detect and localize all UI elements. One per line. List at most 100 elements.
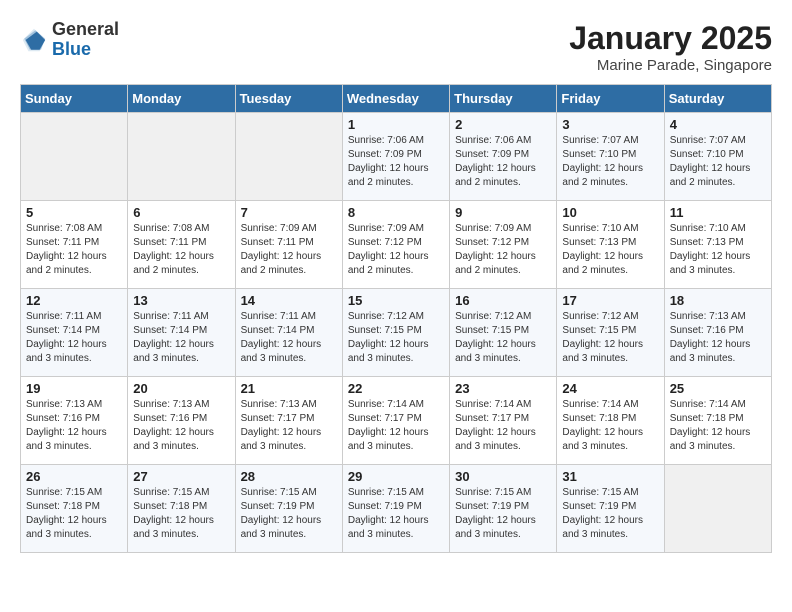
day-info: Sunrise: 7:09 AM Sunset: 7:12 PM Dayligh… [455,222,551,278]
day-number: 22 [348,381,444,396]
day-info: Sunrise: 7:07 AM Sunset: 7:10 PM Dayligh… [670,134,766,190]
title-block: January 2025 Marine Parade, Singapore [569,20,772,74]
day-number: 20 [133,381,229,396]
calendar-cell: 26Sunrise: 7:15 AM Sunset: 7:18 PM Dayli… [21,465,128,553]
col-header-sunday: Sunday [21,85,128,113]
calendar-cell: 14 Sunrise: 7:11 AM Sunset: 7:14 PM Dayli… [235,289,342,377]
calendar-cell: 7 Sunrise: 7:09 AM Sunset: 7:11 PM Daylig… [235,201,342,289]
day-info: Sunrise: 7:13 AM Sunset: 7:16 PM Dayligh… [670,310,766,366]
day-info: Sunrise: 7:09 AM Sunset: 7:11 PM Dayligh… [241,222,337,278]
day-number: 14 [241,293,337,308]
col-header-saturday: Saturday [664,85,771,113]
col-header-tuesday: Tuesday [235,85,342,113]
day-info: Sunrise: 7:11 AM Sunset: 7:14 PM Dayligh… [241,310,337,366]
day-number: 28 [241,469,337,484]
calendar-table: SundayMondayTuesdayWednesdayThursdayFrid… [20,84,772,553]
calendar-week-row: 5Sunrise: 7:08 AM Sunset: 7:11 PM Daylig… [21,201,772,289]
day-number: 13 [133,293,229,308]
calendar-cell: 19 Sunrise: 7:13 AM Sunset: 7:16 PM Dayli… [21,377,128,465]
calendar-cell: 10 Sunrise: 7:10 AM Sunset: 7:13 PM Dayli… [557,201,664,289]
calendar-week-row: 19 Sunrise: 7:13 AM Sunset: 7:16 PM Dayli… [21,377,772,465]
day-info: Sunrise: 7:06 AM Sunset: 7:09 PM Dayligh… [455,134,551,190]
day-number: 11 [670,205,766,220]
calendar-cell: 18Sunrise: 7:13 AM Sunset: 7:16 PM Dayli… [664,289,771,377]
calendar-cell: 24 Sunrise: 7:14 AM Sunset: 7:18 PM Dayli… [557,377,664,465]
day-info: Sunrise: 7:11 AM Sunset: 7:14 PM Dayligh… [133,310,229,366]
calendar-cell: 4 Sunrise: 7:07 AM Sunset: 7:10 PM Daylig… [664,113,771,201]
day-number: 6 [133,205,229,220]
calendar-cell [664,465,771,553]
calendar-cell: 6Sunrise: 7:08 AM Sunset: 7:11 PM Daylig… [128,201,235,289]
day-number: 24 [562,381,658,396]
day-info: Sunrise: 7:15 AM Sunset: 7:19 PM Dayligh… [562,486,658,542]
day-info: Sunrise: 7:14 AM Sunset: 7:17 PM Dayligh… [455,398,551,454]
day-info: Sunrise: 7:14 AM Sunset: 7:18 PM Dayligh… [670,398,766,454]
calendar-cell: 21Sunrise: 7:13 AM Sunset: 7:17 PM Dayli… [235,377,342,465]
day-info: Sunrise: 7:15 AM Sunset: 7:19 PM Dayligh… [241,486,337,542]
day-info: Sunrise: 7:11 AM Sunset: 7:14 PM Dayligh… [26,310,122,366]
day-number: 25 [670,381,766,396]
logo: General Blue [20,20,119,60]
calendar-cell: 11 Sunrise: 7:10 AM Sunset: 7:13 PM Dayli… [664,201,771,289]
calendar-cell: 16Sunrise: 7:12 AM Sunset: 7:15 PM Dayli… [450,289,557,377]
day-number: 7 [241,205,337,220]
day-info: Sunrise: 7:12 AM Sunset: 7:15 PM Dayligh… [562,310,658,366]
day-info: Sunrise: 7:07 AM Sunset: 7:10 PM Dayligh… [562,134,658,190]
logo-general-text: General [52,20,119,40]
calendar-week-row: 1 Sunrise: 7:06 AM Sunset: 7:09 PM Daylig… [21,113,772,201]
calendar-cell: 27 Sunrise: 7:15 AM Sunset: 7:18 PM Dayli… [128,465,235,553]
calendar-cell: 5Sunrise: 7:08 AM Sunset: 7:11 PM Daylig… [21,201,128,289]
calendar-title: January 2025 [569,20,772,57]
day-number: 4 [670,117,766,132]
day-info: Sunrise: 7:13 AM Sunset: 7:16 PM Dayligh… [26,398,122,454]
calendar-cell [21,113,128,201]
calendar-cell: 13 Sunrise: 7:11 AM Sunset: 7:14 PM Dayli… [128,289,235,377]
day-number: 17 [562,293,658,308]
day-number: 27 [133,469,229,484]
calendar-week-row: 26 Sunrise: 7:15 AM Sunset: 7:18 PM Dayli… [21,465,772,553]
day-info: Sunrise: 7:10 AM Sunset: 7:13 PM Dayligh… [562,222,658,278]
calendar-cell: 1 Sunrise: 7:06 AM Sunset: 7:09 PM Daylig… [342,113,449,201]
day-number: 2 [455,117,551,132]
day-info: Sunrise: 7:14 AM Sunset: 7:17 PM Dayligh… [348,398,444,454]
day-info: Sunrise: 7:09 AM Sunset: 7:12 PM Dayligh… [348,222,444,278]
calendar-cell [128,113,235,201]
calendar-cell: 2 Sunrise: 7:06 AM Sunset: 7:09 PM Daylig… [450,113,557,201]
day-info: Sunrise: 7:06 AM Sunset: 7:09 PM Dayligh… [348,134,444,190]
logo-icon [20,26,48,54]
day-number: 12 [26,293,122,308]
calendar-cell: 8 Sunrise: 7:09 AM Sunset: 7:12 PM Daylig… [342,201,449,289]
col-header-friday: Friday [557,85,664,113]
day-info: Sunrise: 7:14 AM Sunset: 7:18 PM Dayligh… [562,398,658,454]
calendar-cell [235,113,342,201]
day-number: 31 [562,469,658,484]
day-number: 3 [562,117,658,132]
calendar-cell: 20 Sunrise: 7:13 AM Sunset: 7:16 PM Dayli… [128,377,235,465]
day-number: 10 [562,205,658,220]
day-number: 29 [348,469,444,484]
day-number: 1 [348,117,444,132]
day-info: Sunrise: 7:15 AM Sunset: 7:19 PM Dayligh… [348,486,444,542]
col-header-thursday: Thursday [450,85,557,113]
calendar-cell: 31 Sunrise: 7:15 AM Sunset: 7:19 PM Dayli… [557,465,664,553]
day-info: Sunrise: 7:12 AM Sunset: 7:15 PM Dayligh… [455,310,551,366]
day-number: 23 [455,381,551,396]
day-number: 15 [348,293,444,308]
day-number: 8 [348,205,444,220]
calendar-cell: 23 Sunrise: 7:14 AM Sunset: 7:17 PM Dayli… [450,377,557,465]
day-number: 19 [26,381,122,396]
calendar-cell: 30Sunrise: 7:15 AM Sunset: 7:19 PM Dayli… [450,465,557,553]
calendar-subtitle: Marine Parade, Singapore [569,57,772,74]
day-number: 26 [26,469,122,484]
calendar-cell: 29 Sunrise: 7:15 AM Sunset: 7:19 PM Dayli… [342,465,449,553]
day-number: 5 [26,205,122,220]
day-info: Sunrise: 7:15 AM Sunset: 7:18 PM Dayligh… [133,486,229,542]
day-info: Sunrise: 7:10 AM Sunset: 7:13 PM Dayligh… [670,222,766,278]
page-header: General Blue January 2025 Marine Parade,… [20,20,772,74]
calendar-week-row: 12 Sunrise: 7:11 AM Sunset: 7:14 PM Dayli… [21,289,772,377]
day-info: Sunrise: 7:15 AM Sunset: 7:19 PM Dayligh… [455,486,551,542]
calendar-cell: 15Sunrise: 7:12 AM Sunset: 7:15 PM Dayli… [342,289,449,377]
calendar-cell: 22 Sunrise: 7:14 AM Sunset: 7:17 PM Dayli… [342,377,449,465]
calendar-cell: 12 Sunrise: 7:11 AM Sunset: 7:14 PM Dayli… [21,289,128,377]
day-info: Sunrise: 7:13 AM Sunset: 7:16 PM Dayligh… [133,398,229,454]
